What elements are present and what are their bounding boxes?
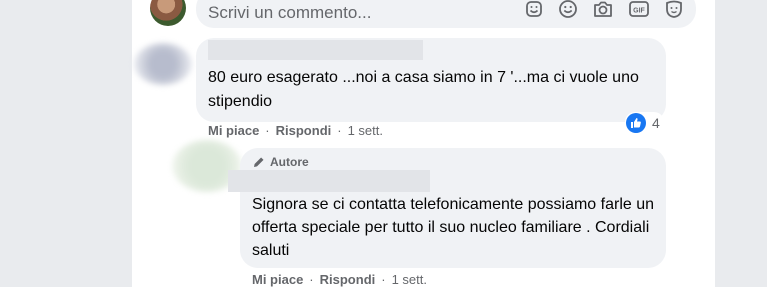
author-badge: Autore [252,155,309,169]
like-reaction-icon [626,113,646,133]
reply-bubble: Autore Signora se ci contatta telefonica… [228,148,666,268]
comment-text: 80 euro esagerato ...noi a casa siamo in… [208,69,639,110]
comment-input[interactable]: Scrivi un commento... GIF [196,0,696,28]
like-link[interactable]: Mi piace [208,123,259,138]
author-name-redacted[interactable] [228,170,430,192]
comment-bubble: 80 euro esagerato ...noi a casa siamo in… [196,38,666,122]
commenter-name-redacted[interactable] [208,40,423,60]
composer-icons: GIF [524,0,684,19]
reply-actions: Mi piace · Rispondi · 1 sett. [252,272,427,287]
comment-placeholder: Scrivi un commento... [208,3,372,22]
reply-link[interactable]: Rispondi [320,272,376,287]
reply-text: Signora se ci contatta telefonicamente p… [252,196,655,259]
commenter-avatar[interactable] [134,43,192,85]
separator: · [265,123,270,138]
separator: · [309,272,314,287]
separator: · [337,123,342,138]
reply-link[interactable]: Rispondi [276,123,332,138]
author-badge-label: Autore [270,155,309,169]
like-link[interactable]: Mi piace [252,272,303,287]
reaction-count: 4 [652,115,660,131]
pencil-icon [254,157,264,167]
camera-icon[interactable] [592,0,614,19]
gif-icon[interactable]: GIF [628,0,650,19]
timestamp[interactable]: 1 sett. [348,123,383,138]
emoji-icon[interactable] [558,0,578,19]
timestamp[interactable]: 1 sett. [392,272,427,287]
gif-label: GIF [633,8,645,15]
avatar-sticker-icon[interactable] [664,0,684,19]
reaction-summary[interactable]: 4 [625,112,664,134]
sticker-icon[interactable] [524,0,544,19]
comment-actions: Mi piace · Rispondi · 1 sett. [208,123,383,138]
separator: · [381,272,386,287]
